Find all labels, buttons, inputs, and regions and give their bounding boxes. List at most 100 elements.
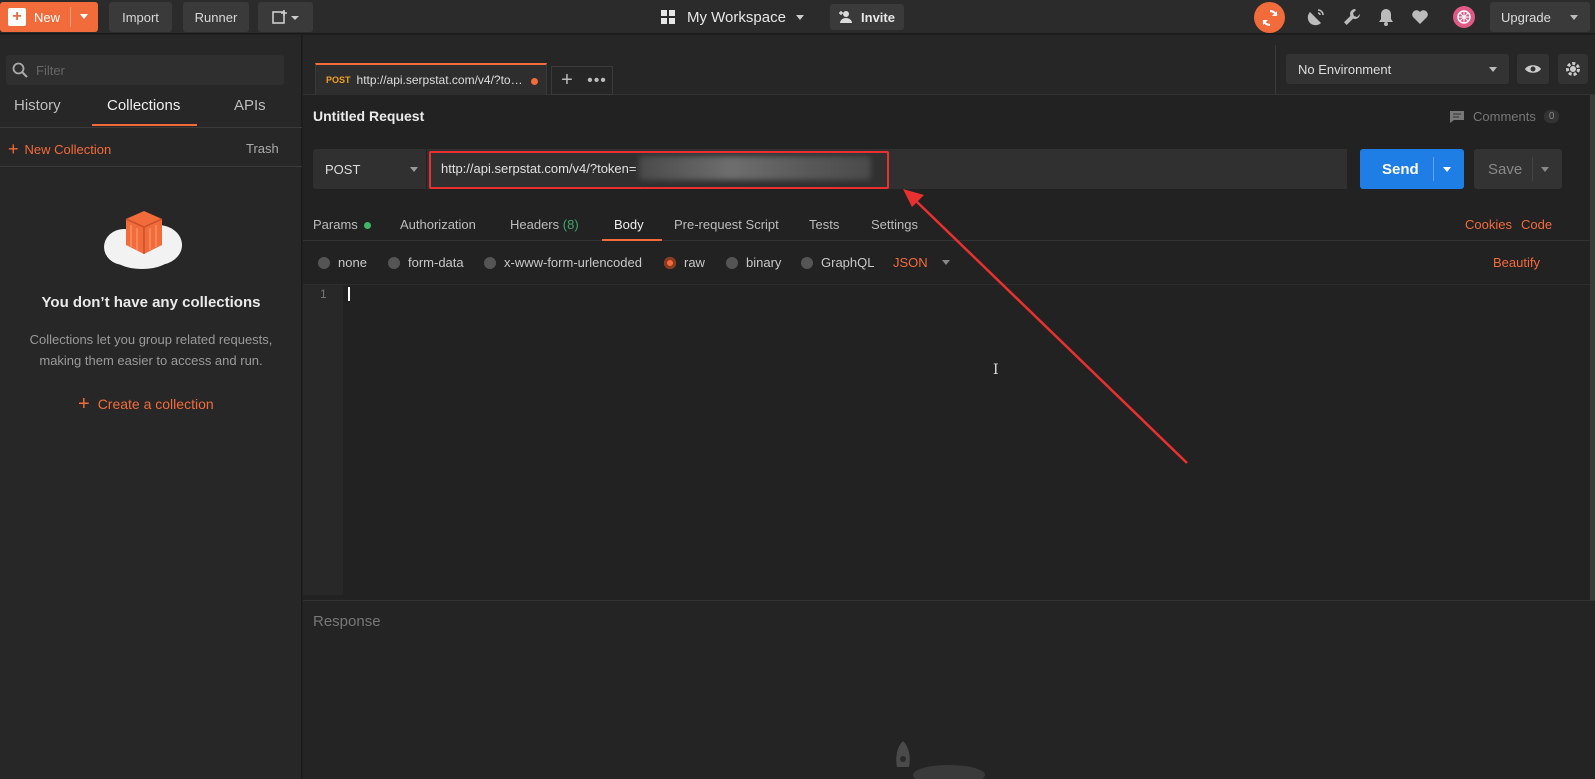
empty-desc-line: Collections let you group related reques…	[29, 332, 273, 347]
avatar[interactable]	[1453, 6, 1475, 28]
satellite-icon[interactable]	[1304, 5, 1328, 29]
method-label: POST	[325, 161, 361, 177]
workspace-caret-icon	[795, 14, 804, 20]
sidebar-tab-apis[interactable]: APIs	[234, 97, 266, 114]
code-link[interactable]: Code	[1521, 217, 1552, 232]
headers-count: (8)	[562, 217, 579, 232]
sidebar-divider	[0, 166, 302, 167]
new-collection-label: New Collection	[24, 141, 112, 157]
environment-quick-look-button[interactable]	[1517, 54, 1549, 84]
tab-url: http://api.serpstat.com/v4/?to…	[356, 73, 523, 87]
sidebar-tab-history[interactable]: History	[14, 97, 61, 114]
body-type-raw[interactable]: raw	[664, 255, 705, 270]
tab-headers-label: Headers	[510, 217, 560, 232]
import-button[interactable]: Import	[109, 2, 172, 32]
tab-method: POST	[326, 75, 351, 85]
response-panel: Response	[303, 600, 1595, 779]
response-title: Response	[313, 613, 381, 630]
wrench-icon[interactable]	[1340, 5, 1364, 29]
environment-label: No Environment	[1298, 61, 1392, 77]
eye-icon	[1525, 65, 1541, 73]
new-button-label: New	[34, 9, 61, 25]
collections-illustration-icon	[104, 211, 182, 269]
radio-label: GraphQL	[821, 255, 875, 270]
comments-count: 0	[1543, 110, 1560, 123]
editor-gutter: 1	[303, 285, 343, 595]
tab-settings[interactable]: Settings	[871, 217, 918, 232]
search-icon	[12, 62, 28, 78]
create-collection-link[interactable]: + Create a collection	[78, 394, 214, 414]
new-collection-button[interactable]: + New Collection	[8, 140, 111, 158]
body-type-graphql[interactable]: GraphQL	[801, 255, 874, 270]
workspace-label: My Workspace	[687, 8, 786, 26]
body-type-binary[interactable]: binary	[726, 255, 781, 270]
beautify-link[interactable]: Beautify	[1493, 255, 1540, 270]
new-window-icon	[271, 10, 299, 24]
bell-icon[interactable]	[1374, 5, 1398, 29]
body-editor[interactable]: 1 I	[303, 285, 1595, 595]
radio-label: x-www-form-urlencoded	[504, 255, 642, 270]
save-separator	[1532, 157, 1533, 181]
tab-prerequest-script[interactable]: Pre-request Script	[674, 217, 779, 232]
save-button[interactable]: Save	[1474, 149, 1562, 189]
tab-body[interactable]: Body	[614, 217, 644, 232]
filter-box	[6, 55, 284, 85]
comments-button[interactable]: Comments 0	[1449, 109, 1560, 124]
comments-label: Comments	[1473, 109, 1536, 124]
invite-button[interactable]: Invite	[830, 4, 904, 30]
text-cursor	[348, 287, 350, 301]
new-dropdown-caret-icon[interactable]	[80, 14, 88, 19]
top-bar: + New Import Runner My Workspace Invite	[0, 0, 1595, 34]
runner-button[interactable]: Runner	[183, 2, 249, 32]
sidebar-tab-collections[interactable]: Collections	[107, 97, 180, 114]
upgrade-button[interactable]: Upgrade	[1490, 2, 1590, 32]
body-type-urlencoded[interactable]: x-www-form-urlencoded	[484, 255, 642, 270]
create-collection-label: Create a collection	[97, 396, 214, 412]
tab-tests[interactable]: Tests	[809, 217, 839, 232]
cookies-link[interactable]: Cookies	[1465, 217, 1512, 232]
request-name[interactable]: Untitled Request	[313, 108, 424, 124]
body-type-none[interactable]: none	[318, 255, 367, 270]
manage-environments-button[interactable]	[1558, 54, 1588, 84]
tab-params[interactable]: Params	[313, 217, 371, 232]
radio-icon	[726, 256, 738, 269]
workspace-switcher[interactable]: My Workspace	[661, 6, 804, 28]
heart-icon[interactable]	[1408, 5, 1432, 29]
more-tabs-icon[interactable]: •••	[582, 72, 612, 90]
body-format-select[interactable]: JSON	[893, 255, 950, 270]
method-select[interactable]: POST	[313, 149, 426, 189]
tab-actions: + •••	[551, 66, 613, 95]
environment-caret-icon	[1489, 67, 1497, 72]
mouse-ibeam-cursor-icon: I	[993, 362, 999, 378]
new-window-button[interactable]	[258, 2, 313, 32]
sync-button[interactable]	[1254, 2, 1285, 33]
rocket-illustration-icon	[896, 741, 985, 779]
scrollbar[interactable]	[1590, 95, 1595, 605]
unsaved-dot-icon	[531, 78, 538, 85]
filter-input[interactable]	[36, 62, 266, 78]
radio-icon	[484, 256, 496, 269]
new-button[interactable]: + New	[0, 2, 98, 32]
body-type-form-data[interactable]: form-data	[388, 255, 464, 270]
trash-link[interactable]: Trash	[246, 141, 279, 156]
body-format-caret-icon	[941, 260, 950, 265]
request-tab[interactable]: POST http://api.serpstat.com/v4/?to…	[315, 63, 547, 95]
workspace-grid-icon	[661, 10, 675, 24]
new-button-separator	[70, 7, 71, 27]
sidebar-divider	[0, 127, 302, 128]
tab-authorization[interactable]: Authorization	[400, 217, 476, 232]
plus-icon: +	[8, 139, 19, 159]
save-caret-icon[interactable]	[1541, 167, 1549, 172]
body-format-label: JSON	[893, 255, 928, 270]
tab-params-label: Params	[313, 217, 358, 232]
environment-separator	[1275, 45, 1276, 95]
add-tab-icon[interactable]: +	[552, 69, 582, 92]
send-caret-icon[interactable]	[1443, 167, 1451, 172]
plus-icon: +	[8, 8, 26, 26]
sync-icon	[1261, 9, 1278, 26]
empty-state-description: Collections let you group related reques…	[12, 329, 290, 371]
send-button[interactable]: Send	[1360, 149, 1464, 189]
tab-headers[interactable]: Headers (8)	[510, 217, 579, 232]
line-number: 1	[320, 287, 327, 301]
environment-select[interactable]: No Environment	[1286, 54, 1509, 84]
